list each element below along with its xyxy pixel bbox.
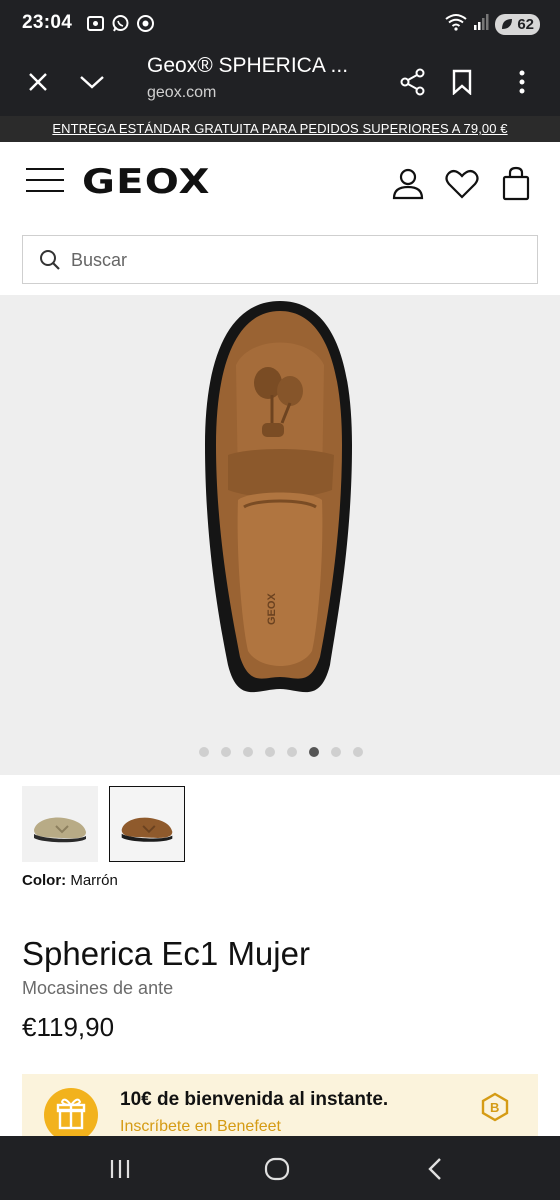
gift-icon [44, 1088, 98, 1136]
page-url: geox.com [147, 84, 217, 101]
more-vertical-icon [519, 70, 525, 94]
share-button[interactable] [393, 62, 433, 102]
system-navigation-bar [0, 1136, 560, 1200]
color-value: Marrón [70, 872, 118, 889]
menu-button[interactable] [26, 168, 64, 194]
chevron-down-icon [80, 76, 104, 89]
back-button[interactable] [420, 1154, 450, 1184]
insole-brand-mark: GEOX [266, 593, 278, 625]
site-header: GEOX [0, 142, 560, 226]
home-icon [264, 1157, 290, 1181]
home-button[interactable] [262, 1154, 292, 1184]
status-time: 23:04 [22, 12, 73, 33]
carousel-dot[interactable] [265, 747, 275, 757]
whatsapp-icon [111, 14, 130, 33]
page-title: Geox® SPHERICA ... [147, 54, 349, 77]
screenshot-icon [86, 14, 105, 33]
carousel-dot[interactable] [287, 747, 297, 757]
menu-line [26, 168, 64, 170]
geox-logo[interactable]: GEOX [82, 162, 211, 202]
status-bar: 23:04 62 [0, 0, 560, 48]
notification-icons [86, 14, 155, 33]
product-image-carousel[interactable]: GEOX [0, 295, 560, 775]
svg-text:B: B [490, 1100, 499, 1115]
carousel-dot[interactable] [199, 747, 209, 757]
battery-indicator: 62 [495, 14, 540, 35]
user-icon [392, 168, 424, 200]
bookmark-button[interactable] [442, 62, 482, 102]
system-icons: 62 [445, 13, 540, 36]
carousel-dots [199, 747, 363, 757]
carousel-dot[interactable] [331, 747, 341, 757]
wifi-icon [445, 13, 467, 36]
close-icon [29, 73, 47, 91]
account-button[interactable] [390, 166, 426, 202]
search-input[interactable] [71, 244, 511, 276]
search-icon [40, 250, 60, 270]
menu-line [26, 179, 64, 181]
product-title: Spherica Ec1 Mujer [22, 935, 310, 972]
benefeet-logo-icon: B [481, 1092, 509, 1122]
carousel-dot-active[interactable] [309, 747, 319, 757]
wishlist-button[interactable] [444, 166, 480, 202]
share-icon [400, 68, 425, 96]
benefeet-signup-link[interactable]: Inscríbete en Benefeet [120, 1118, 281, 1136]
shipping-promo-link[interactable]: ENTREGA ESTÁNDAR GRATUITA PARA PEDIDOS S… [0, 116, 560, 142]
minimize-button[interactable] [72, 62, 112, 102]
selected-color: Color: Marrón [22, 872, 118, 889]
color-swatch-beige[interactable] [22, 786, 98, 862]
carousel-dot[interactable] [243, 747, 253, 757]
menu-line [26, 190, 64, 192]
bookmark-icon [452, 69, 472, 95]
product-subtitle: Mocasines de ante [22, 978, 174, 998]
close-tab-button[interactable] [18, 62, 58, 102]
recent-apps-icon [110, 1160, 130, 1178]
benefeet-promo-banner[interactable]: 10€ de bienvenida al instante. Inscríbet… [22, 1074, 538, 1136]
battery-level: 62 [517, 16, 534, 33]
shopping-bag-icon [502, 166, 530, 201]
product-photo: GEOX [205, 301, 352, 693]
chrome-icon [136, 14, 155, 33]
beige-loafer-thumbnail [34, 817, 86, 843]
brown-loafer-thumbnail [121, 817, 173, 842]
color-label: Color: [22, 872, 67, 889]
recent-apps-button[interactable] [105, 1154, 135, 1184]
color-swatches [22, 786, 185, 862]
carousel-dot[interactable] [353, 747, 363, 757]
benefeet-title: 10€ de bienvenida al instante. [120, 1089, 389, 1110]
more-options-button[interactable] [502, 62, 542, 102]
cart-button[interactable] [499, 166, 535, 202]
color-swatch-brown-selected[interactable] [109, 786, 185, 862]
browser-toolbar: Geox® SPHERICA ... geox.com [0, 48, 560, 116]
heart-icon [445, 169, 479, 199]
carousel-dot[interactable] [221, 747, 231, 757]
signal-icon [473, 13, 489, 36]
product-price: €119,90 [22, 1012, 115, 1042]
back-icon [428, 1158, 441, 1180]
power-saving-leaf-icon [502, 19, 513, 29]
search-bar[interactable] [22, 235, 538, 284]
